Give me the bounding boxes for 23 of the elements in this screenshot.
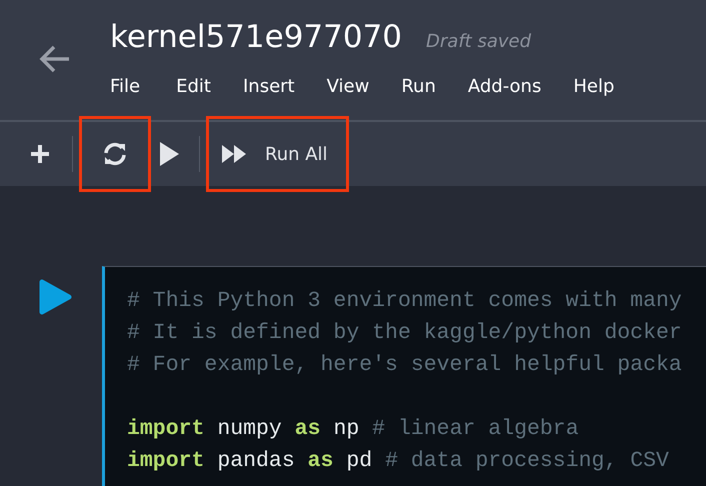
restart-button[interactable] (79, 116, 151, 192)
play-icon (158, 141, 180, 167)
refresh-icon (102, 142, 128, 166)
menu-item[interactable]: Insert (242, 73, 295, 100)
plus-icon (29, 143, 51, 165)
menu-item[interactable]: Help (573, 73, 614, 100)
code-cell[interactable] (102, 266, 706, 486)
menu-item[interactable]: File (110, 73, 140, 100)
fast-forward-icon (221, 144, 247, 164)
code-line: # This Python 3 environment comes with many (127, 288, 683, 315)
run-cell-button[interactable] (38, 278, 72, 316)
back-arrow-icon[interactable] (39, 44, 71, 74)
save-status: Draft saved (426, 30, 532, 54)
code-line: # It is defined by the kaggle/python docker (127, 320, 683, 347)
menu-item[interactable]: View (326, 73, 370, 100)
code-line: # For example, here's several helpful packa (127, 352, 683, 379)
menu-item[interactable]: Edit (176, 73, 211, 100)
notebook-title: kernel571e977070 (110, 22, 402, 53)
code-line: import numpy as np # linear algebra (127, 416, 580, 443)
code-line: import pandas as pd # data processing, CSV (127, 448, 670, 475)
menu-item[interactable]: Add-ons (468, 73, 542, 100)
menu-item[interactable]: Run (401, 73, 436, 100)
run-all-button[interactable]: Run All (206, 116, 349, 192)
